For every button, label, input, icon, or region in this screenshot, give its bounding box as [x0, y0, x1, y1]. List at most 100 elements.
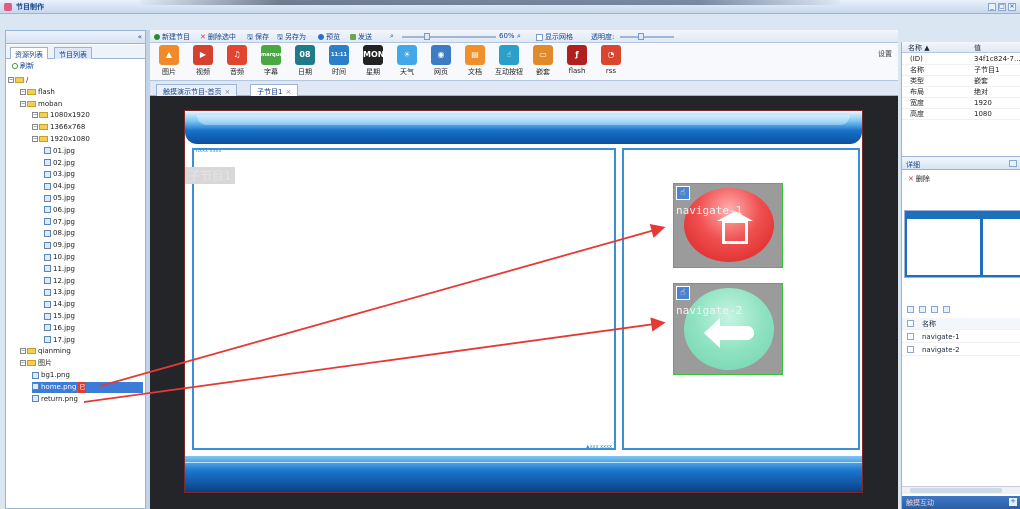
- zoom-slider-knob[interactable]: [424, 33, 430, 40]
- tool-weather[interactable]: ☀ 天气: [392, 45, 422, 77]
- item-checkbox[interactable]: [907, 333, 914, 340]
- tree-file[interactable]: 08.jpg: [44, 228, 75, 239]
- close-button[interactable]: ×: [1008, 3, 1016, 11]
- tab-resource-list[interactable]: 资源列表: [10, 47, 48, 59]
- tool-touch-button[interactable]: ☝ 互动按钮: [494, 45, 524, 77]
- detail-collapse-button[interactable]: [1009, 160, 1017, 167]
- tree-file[interactable]: 17.jpg: [44, 335, 75, 346]
- item-checkbox[interactable]: [907, 346, 914, 353]
- refresh-button[interactable]: 刷新: [12, 61, 34, 71]
- tab-touch-demo-home[interactable]: 触摸演示节目-首页 ×: [156, 84, 238, 96]
- tool-date[interactable]: 08 日期: [290, 45, 320, 77]
- tree-file[interactable]: 12.jpg: [44, 276, 75, 287]
- preview-button[interactable]: 预览: [318, 32, 340, 42]
- tree-file[interactable]: 09.jpg: [44, 240, 75, 251]
- collapse-panel-icon[interactable]: «: [138, 33, 142, 41]
- tree-folder[interactable]: − /: [8, 75, 28, 86]
- tree-folder[interactable]: − flash: [20, 87, 55, 98]
- tree-file[interactable]: 14.jpg: [44, 299, 75, 310]
- expand-toggle-icon[interactable]: −: [20, 348, 26, 355]
- property-row[interactable]: 高度 1080: [902, 109, 1020, 120]
- list-item[interactable]: navigate-1: [902, 331, 1020, 343]
- close-tab-icon[interactable]: ×: [285, 88, 291, 96]
- zoom-out-icon[interactable]: ⌕: [390, 32, 394, 41]
- tree-file[interactable]: 04.jpg: [44, 181, 75, 192]
- design-canvas[interactable]: hxxx xxxx ▲xxx xxxx 子节目1 ☝ navigate-1 ☝ …: [150, 96, 898, 509]
- detail-delete-button[interactable]: ✕ 删除: [908, 174, 930, 184]
- tree-folder[interactable]: − 1080x1920: [32, 110, 90, 121]
- tree-file[interactable]: 03.jpg: [44, 169, 75, 180]
- tree-file[interactable]: 07.jpg: [44, 217, 75, 228]
- send-button[interactable]: 发送: [350, 32, 372, 42]
- expand-toggle-icon[interactable]: −: [20, 100, 26, 107]
- tool-video[interactable]: ▶ 视频: [188, 45, 218, 77]
- tool-document[interactable]: ▤ 文档: [460, 45, 490, 77]
- tree-file[interactable]: 01.jpg: [44, 146, 75, 157]
- tool-image[interactable]: ▲ 图片: [154, 45, 184, 77]
- tree-file[interactable]: 06.jpg: [44, 205, 75, 216]
- list-tool-3-icon[interactable]: [931, 306, 938, 313]
- tree-folder[interactable]: − moban: [20, 99, 62, 110]
- tree-file[interactable]: 05.jpg: [44, 193, 75, 204]
- tree-folder[interactable]: − 1920x1080: [32, 134, 90, 145]
- add-icon[interactable]: +: [1009, 498, 1017, 506]
- delete-selected-button[interactable]: ✕ 删除选中: [200, 32, 236, 42]
- expand-toggle-icon[interactable]: −: [32, 112, 38, 119]
- property-row[interactable]: (ID) 34f1c824-7...: [902, 54, 1020, 65]
- content-region-right[interactable]: ☝ navigate-1 ☝ navigate-2: [622, 148, 860, 450]
- close-tab-icon[interactable]: ×: [225, 88, 231, 96]
- tree-folder[interactable]: − 1366x768: [32, 122, 85, 133]
- tool-marquee[interactable]: marquee 字幕: [256, 45, 286, 77]
- content-region-left[interactable]: hxxx xxxx ▲xxx xxxx: [192, 148, 616, 450]
- tree-file[interactable]: 02.jpg: [44, 158, 75, 169]
- tree-folder[interactable]: − qianming: [20, 346, 71, 357]
- tree-file[interactable]: 11.jpg: [44, 264, 75, 275]
- scrollbar-thumb[interactable]: [910, 488, 1002, 493]
- select-all-checkbox[interactable]: [907, 320, 914, 327]
- tool-rss[interactable]: ◔ rss: [596, 45, 626, 75]
- horizontal-scrollbar[interactable]: [902, 486, 1020, 494]
- tree-file[interactable]: 16.jpg: [44, 323, 75, 334]
- tab-sub-program-1[interactable]: 子节目1 ×: [250, 84, 299, 96]
- show-grid-checkbox[interactable]: 显示网格: [536, 32, 573, 42]
- settings-button[interactable]: 设置: [878, 49, 892, 59]
- list-tool-4-icon[interactable]: [943, 306, 950, 313]
- tool-nest[interactable]: ▭ 嵌套: [528, 45, 558, 77]
- property-row[interactable]: 宽度 1920: [902, 98, 1020, 109]
- opacity-slider[interactable]: [620, 36, 674, 38]
- tool-flash[interactable]: ƒ flash: [562, 45, 592, 75]
- tree-file[interactable]: home.png 已: [32, 381, 143, 393]
- expand-toggle-icon[interactable]: −: [32, 124, 38, 131]
- zoom-in-icon[interactable]: ⌕: [517, 32, 521, 41]
- expand-toggle-icon[interactable]: −: [20, 360, 26, 367]
- maximize-button[interactable]: □: [998, 3, 1006, 11]
- tool-clock[interactable]: 11:11 时间: [324, 45, 354, 77]
- tree-file[interactable]: 15.jpg: [44, 311, 75, 322]
- minimize-button[interactable]: _: [988, 3, 996, 11]
- navigate-button-2[interactable]: ☝ navigate-2: [673, 283, 783, 375]
- tree-file[interactable]: 13.jpg: [44, 287, 75, 298]
- touch-interaction-bar[interactable]: 触摸互动 +: [902, 496, 1020, 509]
- expand-toggle-icon[interactable]: −: [32, 136, 38, 142]
- tab-program-list[interactable]: 节目列表: [54, 47, 92, 59]
- property-row[interactable]: 名称 子节目1: [902, 65, 1020, 76]
- list-item[interactable]: navigate-2: [902, 344, 1020, 356]
- zoom-slider[interactable]: [402, 36, 496, 38]
- property-row[interactable]: 类型 嵌套: [902, 76, 1020, 87]
- property-row[interactable]: 布局 绝对: [902, 87, 1020, 98]
- program-stage[interactable]: hxxx xxxx ▲xxx xxxx 子节目1 ☝ navigate-1 ☝ …: [184, 110, 863, 493]
- tree-file[interactable]: return.png: [32, 394, 78, 405]
- navigate-button-1[interactable]: ☝ navigate-1: [673, 183, 783, 268]
- list-tool-1-icon[interactable]: [907, 306, 914, 313]
- tree-folder[interactable]: − 图片: [20, 358, 52, 369]
- tree-file[interactable]: 10.jpg: [44, 252, 75, 263]
- expand-toggle-icon[interactable]: −: [8, 77, 14, 83]
- list-tool-2-icon[interactable]: [919, 306, 926, 313]
- opacity-slider-knob[interactable]: [638, 33, 644, 40]
- properties-name-header[interactable]: 名称 ▲: [908, 43, 930, 53]
- tree-file[interactable]: bg1.png: [32, 370, 70, 381]
- tool-weekday[interactable]: MON 星期: [358, 45, 388, 77]
- expand-toggle-icon[interactable]: −: [20, 88, 26, 95]
- tool-audio[interactable]: ♫ 音频: [222, 45, 252, 77]
- tool-web[interactable]: ◉ 网页: [426, 45, 456, 77]
